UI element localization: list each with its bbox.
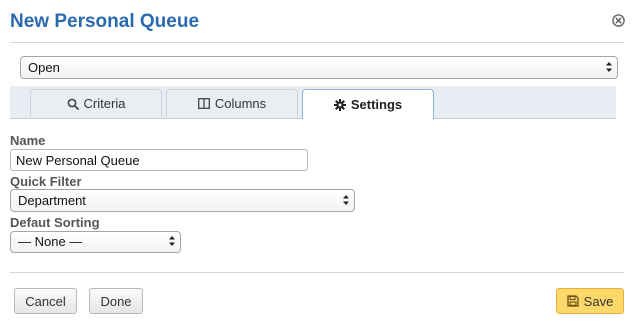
tab-bar: Criteria Columns Settings bbox=[10, 86, 616, 119]
save-icon bbox=[567, 295, 579, 307]
queue-view-select[interactable]: Open bbox=[20, 56, 618, 79]
done-button-label: Done bbox=[100, 293, 132, 309]
tab-criteria[interactable]: Criteria bbox=[30, 89, 162, 117]
name-label: Name bbox=[10, 133, 46, 148]
quick-filter-value: Department bbox=[18, 193, 86, 208]
default-sorting-value: — None — bbox=[18, 234, 83, 249]
select-caret-icon bbox=[606, 62, 612, 72]
tab-criteria-label: Criteria bbox=[83, 96, 126, 111]
quick-filter-label: Quick Filter bbox=[10, 174, 82, 189]
done-button[interactable]: Done bbox=[89, 288, 143, 314]
new-personal-queue-dialog: New Personal Queue Open Criteria Columns… bbox=[0, 0, 636, 325]
default-sorting-select[interactable]: — None — bbox=[10, 231, 181, 253]
tab-columns[interactable]: Columns bbox=[166, 89, 298, 117]
save-button[interactable]: Save bbox=[556, 288, 624, 314]
close-icon[interactable] bbox=[612, 14, 625, 27]
default-sorting-label: Defaut Sorting bbox=[10, 215, 100, 230]
tab-settings[interactable]: Settings bbox=[302, 89, 434, 119]
quick-filter-select[interactable]: Department bbox=[10, 189, 355, 212]
gear-icon bbox=[333, 98, 346, 111]
columns-icon bbox=[197, 98, 210, 109]
footer-divider bbox=[10, 272, 624, 273]
cancel-button-label: Cancel bbox=[25, 293, 66, 309]
select-caret-icon bbox=[169, 236, 175, 246]
header-divider bbox=[10, 42, 624, 43]
select-caret-icon bbox=[343, 195, 349, 205]
name-field[interactable] bbox=[10, 149, 308, 171]
cancel-button[interactable]: Cancel bbox=[14, 288, 77, 314]
tab-settings-label: Settings bbox=[350, 97, 403, 112]
tab-columns-label: Columns bbox=[214, 96, 267, 111]
save-button-label: Save bbox=[583, 293, 614, 309]
queue-view-value: Open bbox=[28, 60, 60, 75]
dialog-title: New Personal Queue bbox=[10, 11, 200, 32]
search-icon bbox=[67, 98, 79, 110]
